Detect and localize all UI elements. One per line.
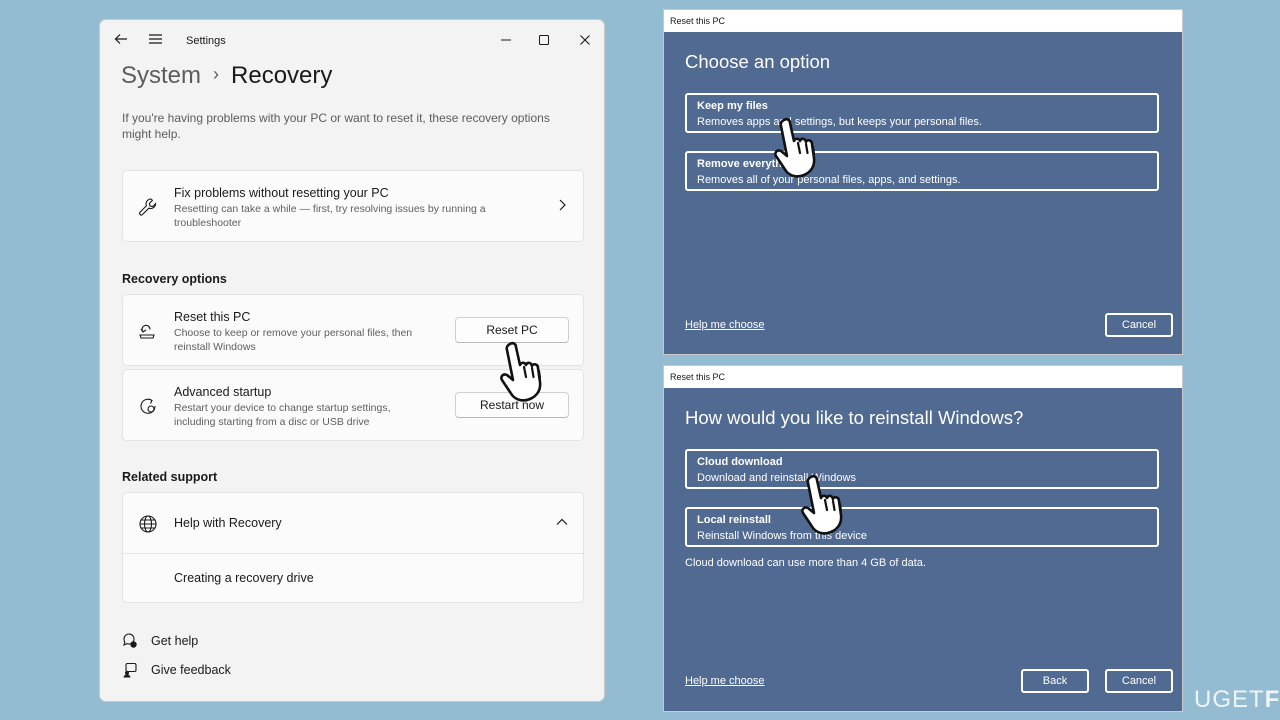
- breadcrumb-parent[interactable]: System: [121, 62, 201, 89]
- breadcrumb: System › Recovery: [121, 62, 332, 90]
- help-recovery-card: Help with Recovery Creating a recovery d…: [122, 492, 584, 603]
- maximize-button[interactable]: [531, 28, 557, 52]
- help-me-choose-link[interactable]: Help me choose: [685, 319, 765, 331]
- advanced-card-title: Advanced startup: [174, 385, 272, 399]
- globe-icon: [137, 513, 159, 535]
- page-title: Recovery: [231, 62, 333, 89]
- fix-card-subtitle: Resetting can take a while — first, try …: [174, 203, 486, 229]
- get-help-icon: [122, 633, 138, 649]
- wrench-icon: [137, 196, 159, 218]
- dialog-titlebar: Reset this PC: [664, 366, 1182, 388]
- dialog-title: Reset this PC: [670, 372, 726, 382]
- cancel-button[interactable]: Cancel: [1105, 313, 1173, 337]
- dialog-heading: Choose an option: [685, 51, 831, 72]
- dialog-titlebar: Reset this PC: [664, 10, 1182, 32]
- reset-card-title: Reset this PC: [174, 310, 251, 324]
- related-support-heading: Related support: [122, 470, 218, 484]
- option-description: Removes apps and settings, but keeps you…: [697, 116, 982, 128]
- cancel-button[interactable]: Cancel: [1105, 669, 1173, 693]
- chevron-right-icon: [555, 198, 569, 212]
- dialog-heading: How would you like to reinstall Windows?: [685, 407, 1024, 428]
- recovery-options-heading: Recovery options: [122, 272, 227, 286]
- keep-my-files-option[interactable]: Keep my files Removes apps and settings,…: [685, 93, 1159, 133]
- data-usage-note: Cloud download can use more than 4 GB of…: [685, 557, 926, 569]
- help-recovery-header[interactable]: Help with Recovery: [123, 493, 583, 553]
- option-title: Cloud download: [697, 456, 783, 468]
- reset-pc-dialog-choose-option: Reset this PC Choose an option Keep my f…: [663, 9, 1183, 355]
- help-me-choose-link[interactable]: Help me choose: [685, 675, 765, 687]
- dialog-title: Reset this PC: [670, 16, 726, 26]
- divider: [123, 553, 583, 554]
- option-title: Local reinstall: [697, 514, 771, 526]
- hamburger-menu-icon[interactable]: [148, 32, 164, 46]
- give-feedback-icon: [122, 662, 138, 678]
- pointer-hand-icon: [774, 117, 816, 178]
- advanced-startup-icon: [137, 395, 159, 417]
- option-title: Keep my files: [697, 100, 768, 112]
- back-arrow-icon[interactable]: [114, 32, 128, 46]
- local-reinstall-option[interactable]: Local reinstall Reinstall Windows from t…: [685, 507, 1159, 547]
- chevron-up-icon: [555, 515, 569, 529]
- window-title: Settings: [186, 35, 226, 47]
- fix-card-title: Fix problems without resetting your PC: [174, 186, 389, 200]
- help-recovery-title: Help with Recovery: [174, 516, 282, 530]
- fix-problems-card[interactable]: Fix problems without resetting your PC R…: [122, 170, 584, 242]
- close-button[interactable]: [572, 28, 598, 52]
- pointer-hand-icon: [500, 341, 542, 402]
- ugetfix-watermark-logo: UGETFIX: [1194, 686, 1280, 713]
- advanced-card-subtitle: Restart your device to change startup se…: [174, 402, 391, 428]
- breadcrumb-separator: ›: [213, 64, 220, 84]
- get-help-link[interactable]: Get help: [151, 634, 198, 648]
- reset-pc-dialog-reinstall: Reset this PC How would you like to rein…: [663, 365, 1183, 712]
- creating-recovery-drive-link[interactable]: Creating a recovery drive: [174, 571, 314, 585]
- intro-text: If you're having problems with your PC o…: [122, 111, 550, 141]
- reset-card-subtitle: Choose to keep or remove your personal f…: [174, 327, 413, 353]
- give-feedback-link[interactable]: Give feedback: [151, 663, 231, 677]
- minimize-button[interactable]: [493, 28, 519, 52]
- reset-pc-icon: [137, 319, 159, 341]
- pointer-hand-icon: [801, 474, 843, 535]
- cloud-download-option[interactable]: Cloud download Download and reinstall Wi…: [685, 449, 1159, 489]
- remove-everything-option[interactable]: Remove everything Removes all of your pe…: [685, 151, 1159, 191]
- back-button[interactable]: Back: [1021, 669, 1089, 693]
